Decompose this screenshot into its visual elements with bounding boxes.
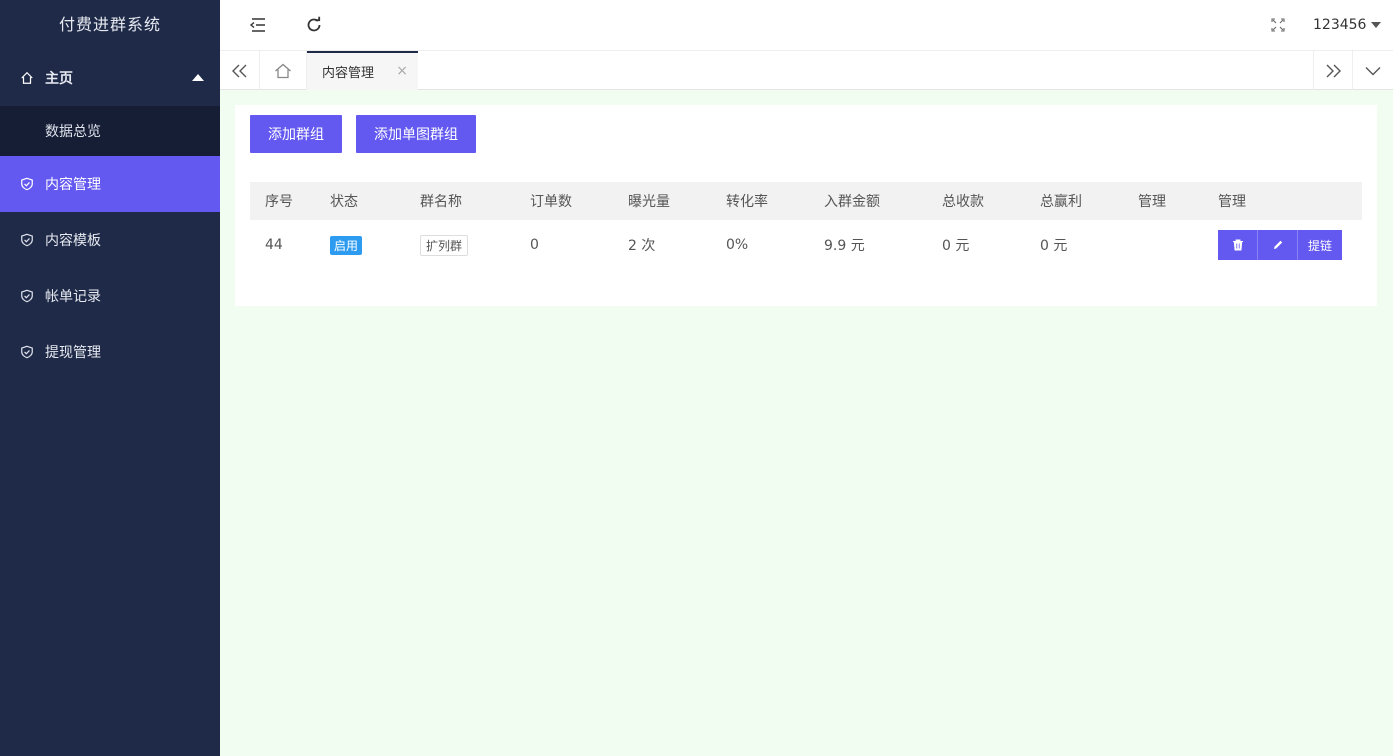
shield-check-icon (20, 177, 34, 191)
content-card: 添加群组 添加单图群组 序号 状态 群名称 订单数 曝光量 转化率 入群金额 总… (235, 105, 1377, 306)
username: 123456 (1313, 17, 1367, 33)
column-header: 序号 (265, 194, 293, 210)
add-group-button[interactable]: 添加群组 (250, 115, 342, 153)
top-header: 123456 (220, 0, 1393, 50)
home-icon (20, 71, 34, 85)
delete-button[interactable] (1218, 230, 1258, 260)
close-icon[interactable]: × (396, 63, 408, 79)
tab-bar: 内容管理 × (220, 50, 1393, 90)
add-single-image-group-button[interactable]: 添加单图群组 (356, 115, 476, 153)
sidebar-item-data-overview[interactable]: 数据总览 (0, 106, 220, 156)
sidebar-item-label: 内容管理 (45, 177, 101, 193)
cell-group-name: 扩列群 (420, 220, 469, 270)
cell-views: 2 次 (628, 238, 656, 254)
column-header: 总赢利 (1040, 194, 1082, 210)
edit-button[interactable] (1258, 230, 1298, 260)
sidebar-item-label: 帐单记录 (45, 289, 101, 305)
row-actions: 提链 (1218, 230, 1342, 260)
cell-id: 44 (265, 237, 283, 253)
column-header: 群名称 (420, 194, 462, 210)
tab-label: 内容管理 (322, 66, 375, 81)
column-header: 管理 (1218, 194, 1246, 210)
sidebar-item-content-templates[interactable]: 内容模板 (0, 212, 220, 268)
shield-check-icon (20, 289, 34, 303)
sidebar-item-label: 主页 (45, 71, 73, 87)
column-header: 状态 (330, 194, 358, 210)
column-header: 总收款 (942, 194, 984, 210)
collapse-menu-icon[interactable] (248, 15, 268, 35)
column-header: 管理 (1138, 194, 1166, 210)
sidebar-item-home[interactable]: 主页 (0, 50, 220, 106)
caret-up-icon (192, 74, 204, 81)
sidebar-item-content-management[interactable]: 内容管理 (0, 156, 220, 212)
app-title: 付费进群系统 (58, 15, 161, 34)
shield-check-icon (20, 233, 34, 247)
sidebar-item-withdrawals[interactable]: 提现管理 (0, 324, 220, 380)
cell-profit: 0 元 (1040, 238, 1068, 254)
cell-status: 启用 (330, 220, 363, 270)
pencil-icon (1273, 240, 1282, 249)
status-badge: 启用 (330, 235, 363, 255)
refresh-icon[interactable] (304, 15, 324, 35)
table-header: 序号 状态 群名称 订单数 曝光量 转化率 入群金额 总收款 总赢利 管理 管理 (250, 182, 1362, 220)
scroll-tabs-right-button[interactable] (1313, 51, 1353, 90)
cell-orders: 0 (530, 237, 539, 253)
sidebar-item-label: 提现管理 (45, 345, 101, 361)
column-header: 曝光量 (628, 194, 670, 210)
tab-content-management[interactable]: 内容管理 × (307, 51, 418, 90)
group-name-tag: 扩列群 (420, 234, 469, 256)
trash-icon (1232, 239, 1243, 251)
tab-home[interactable] (260, 51, 307, 90)
user-menu[interactable]: 123456 (1313, 0, 1393, 50)
column-header: 转化率 (726, 194, 768, 210)
cell-price: 9.9 元 (824, 238, 865, 254)
fullscreen-icon[interactable] (1268, 15, 1288, 35)
scroll-tabs-left-button[interactable] (220, 51, 260, 90)
table-row: 44 启用 扩列群 0 2 次 0% 9.9 元 0 元 0 元 提链 (250, 220, 1362, 270)
cell-revenue: 0 元 (942, 238, 970, 254)
tabs-dropdown-button[interactable] (1353, 51, 1393, 90)
shield-check-icon (20, 345, 34, 359)
column-header: 入群金额 (824, 194, 880, 210)
sidebar: 付费进群系统 主页 数据总览 内容管理 内容模板 帐单记录 提现管理 (0, 0, 220, 756)
sidebar-item-label: 内容模板 (45, 233, 101, 249)
column-header: 订单数 (530, 194, 572, 210)
extract-link-button[interactable]: 提链 (1298, 230, 1342, 260)
sidebar-item-billing-records[interactable]: 帐单记录 (0, 268, 220, 324)
cell-conversion: 0% (726, 237, 749, 253)
dropdown-caret-icon (1371, 22, 1382, 28)
